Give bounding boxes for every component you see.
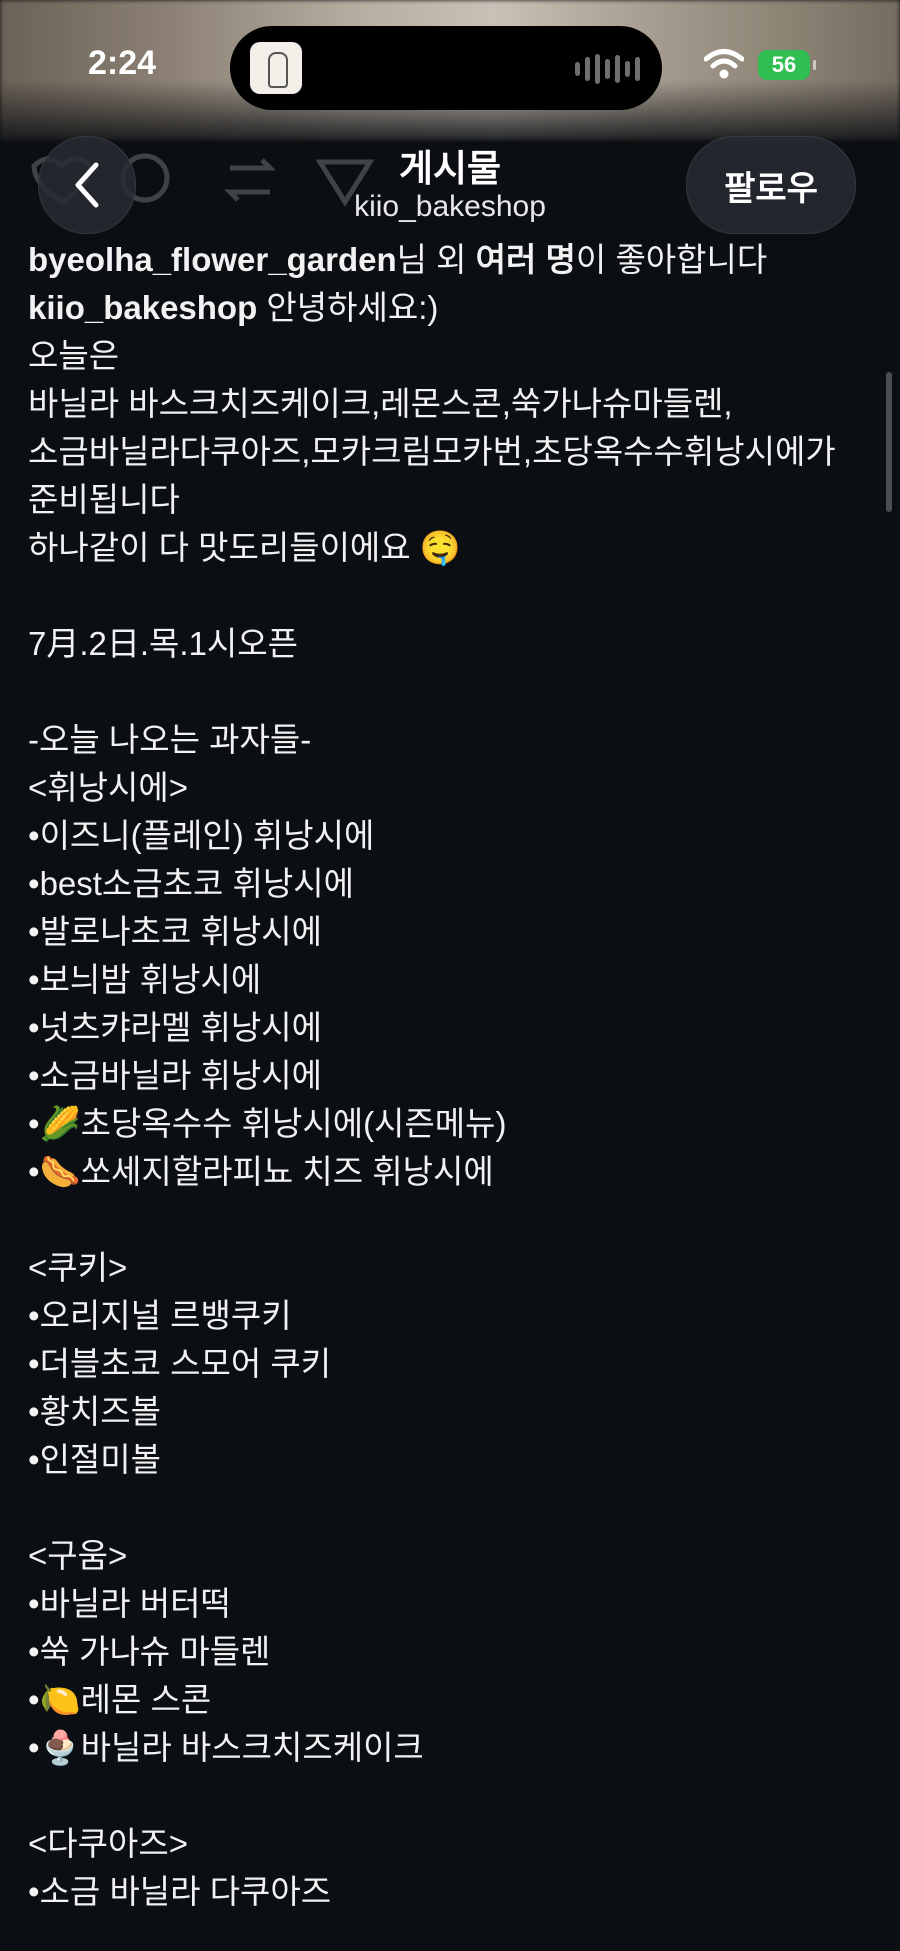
caption-text: 오늘은	[28, 337, 120, 374]
list-item-text: 이즈니(플레인) 휘낭시에	[39, 817, 375, 854]
likes-line[interactable]: byeolha_flower_garden님 외 여러 명이 좋아합니다	[28, 236, 880, 284]
caption-text: 준비됩니다	[28, 481, 180, 518]
list-item: •더블초코 스모어 쿠키	[28, 1340, 880, 1388]
list-item-text: 쑥 가나슈 마들렌	[39, 1633, 271, 1670]
list-item: •바닐라 버터떡	[28, 1580, 880, 1628]
audio-waveform-icon	[575, 54, 640, 84]
list-item: •발로나초코 휘낭시에	[28, 908, 880, 956]
financier-list: •이즈니(플레인) 휘낭시에 •best소금초코 휘낭시에 •발로나초코 휘낭시에 •…	[28, 812, 880, 1196]
dynamic-island[interactable]	[230, 26, 662, 110]
caption-tasty-text: 하나같이 다 맛도리들이에요	[28, 529, 420, 566]
bullet: •	[28, 1057, 40, 1094]
food-emoji-icon: 🌽	[39, 1104, 81, 1143]
bullet: •	[28, 1729, 40, 1766]
baked-list: •바닐라 버터떡 •쑥 가나슈 마들렌 •🍋레몬 스콘 •🍨바닐라 바스크치즈케이크	[28, 1580, 880, 1772]
battery-indicator: 56	[758, 50, 816, 80]
liker-username[interactable]: byeolha_flower_garden	[28, 241, 397, 278]
likes-mid-text: 님 외	[396, 241, 476, 278]
dacquoise-heading: <다쿠아즈>	[28, 1825, 188, 1862]
caption-open-date: 7月.2日.목.1시오픈	[28, 625, 299, 662]
food-emoji-icon: 🌭	[39, 1152, 81, 1191]
list-item-text: 오리지널 르뱅쿠키	[39, 1297, 292, 1334]
scrollbar[interactable]	[886, 372, 892, 512]
bullet: •	[28, 1345, 40, 1382]
bullet: •	[28, 1393, 40, 1430]
bullet: •	[28, 1297, 40, 1334]
bullet: •	[28, 1105, 40, 1142]
list-item: •🌭쏘세지할라피뇨 치즈 휘낭시에	[28, 1148, 880, 1196]
caption-text: 바닐라 바스크치즈케이크,레몬스콘,쑥가나슈마들렌,	[28, 385, 733, 422]
list-item: •이즈니(플레인) 휘낭시에	[28, 812, 880, 860]
food-emoji-icon: 🍨	[39, 1728, 81, 1767]
caption-text: 소금바닐라다쿠아즈,모카크림모카번,초당옥수수휘낭시에가	[28, 433, 836, 470]
bullet: •	[28, 1681, 40, 1718]
financier-heading: <휘낭시에>	[28, 769, 188, 806]
caption-first-line: kiio_bakeshop 안녕하세요:)	[28, 284, 880, 332]
list-item: •🍨바닐라 바스크치즈케이크	[28, 1724, 880, 1772]
follow-button[interactable]: 팔로우	[686, 136, 856, 234]
bullet: •	[28, 1009, 40, 1046]
media-thumbnail-icon	[250, 42, 302, 94]
bullet: •	[28, 1585, 40, 1622]
bullet: •	[28, 1873, 40, 1910]
list-item-text: 바닐라 버터떡	[39, 1585, 231, 1622]
caption-greeting: 안녕하세요:)	[257, 289, 439, 326]
caption-text: 하나같이 다 맛도리들이에요 🤤	[28, 524, 880, 572]
drooling-face-emoji: 🤤	[419, 528, 461, 567]
list-item-text: 소금 바닐라 다쿠아즈	[39, 1873, 332, 1910]
list-item: •🍋레몬 스콘	[28, 1676, 880, 1724]
list-item-text: best소금초코 휘낭시에	[39, 865, 354, 902]
bullet: •	[28, 961, 40, 998]
cookie-list: •오리지널 르뱅쿠키 •더블초코 스모어 쿠키 •황치즈볼 •인절미볼	[28, 1292, 880, 1484]
status-time: 2:24	[88, 44, 157, 82]
bullet: •	[28, 1153, 40, 1190]
bullet: •	[28, 1633, 40, 1670]
bullet: •	[28, 1441, 40, 1478]
list-item: •쑥 가나슈 마들렌	[28, 1628, 880, 1676]
dacquoise-list: •소금 바닐라 다쿠아즈	[28, 1868, 880, 1916]
list-item-text: 레몬 스콘	[80, 1681, 212, 1718]
likes-others-link[interactable]: 여러 명	[476, 241, 576, 278]
list-item-text: 보늬밤 휘낭시에	[39, 961, 262, 998]
list-item-text: 초당옥수수 휘낭시에(시즌메뉴)	[80, 1105, 507, 1142]
bullet: •	[28, 817, 40, 854]
list-item: •인절미볼	[28, 1436, 880, 1484]
list-item-text: 발로나초코 휘낭시에	[39, 913, 322, 950]
food-emoji-icon: 🍋	[39, 1680, 81, 1719]
list-item: •best소금초코 휘낭시에	[28, 860, 880, 908]
caption-author[interactable]: kiio_bakeshop	[28, 289, 257, 326]
list-item-text: 넛츠캬라멜 휘낭시에	[39, 1009, 322, 1046]
list-item-text: 쏘세지할라피뇨 치즈 휘낭시에	[80, 1153, 494, 1190]
list-item-text: 황치즈볼	[39, 1393, 162, 1430]
list-item: •소금 바닐라 다쿠아즈	[28, 1868, 880, 1916]
list-item: •오리지널 르뱅쿠키	[28, 1292, 880, 1340]
list-item: •소금바닐라 휘낭시에	[28, 1052, 880, 1100]
list-item: •넛츠캬라멜 휘낭시에	[28, 1004, 880, 1052]
list-item-text: 인절미볼	[39, 1441, 162, 1478]
list-item: •황치즈볼	[28, 1388, 880, 1436]
baked-heading: <구움>	[28, 1537, 128, 1574]
list-item-text: 더블초코 스모어 쿠키	[39, 1345, 332, 1382]
post-caption: byeolha_flower_garden님 외 여러 명이 좋아합니다 kii…	[28, 236, 880, 1916]
list-item-text: 바닐라 바스크치즈케이크	[80, 1729, 424, 1766]
bullet: •	[28, 913, 40, 950]
cookie-heading: <쿠키>	[28, 1249, 128, 1286]
list-item: •보늬밤 휘낭시에	[28, 956, 880, 1004]
list-item-text: 소금바닐라 휘낭시에	[39, 1057, 322, 1094]
list-item: •🌽초당옥수수 휘낭시에(시즌메뉴)	[28, 1100, 880, 1148]
bullet: •	[28, 865, 40, 902]
caption-section-title: -오늘 나오는 과자들-	[28, 721, 312, 758]
likes-tail-text: 이 좋아합니다	[575, 241, 768, 278]
wifi-icon	[704, 49, 744, 79]
